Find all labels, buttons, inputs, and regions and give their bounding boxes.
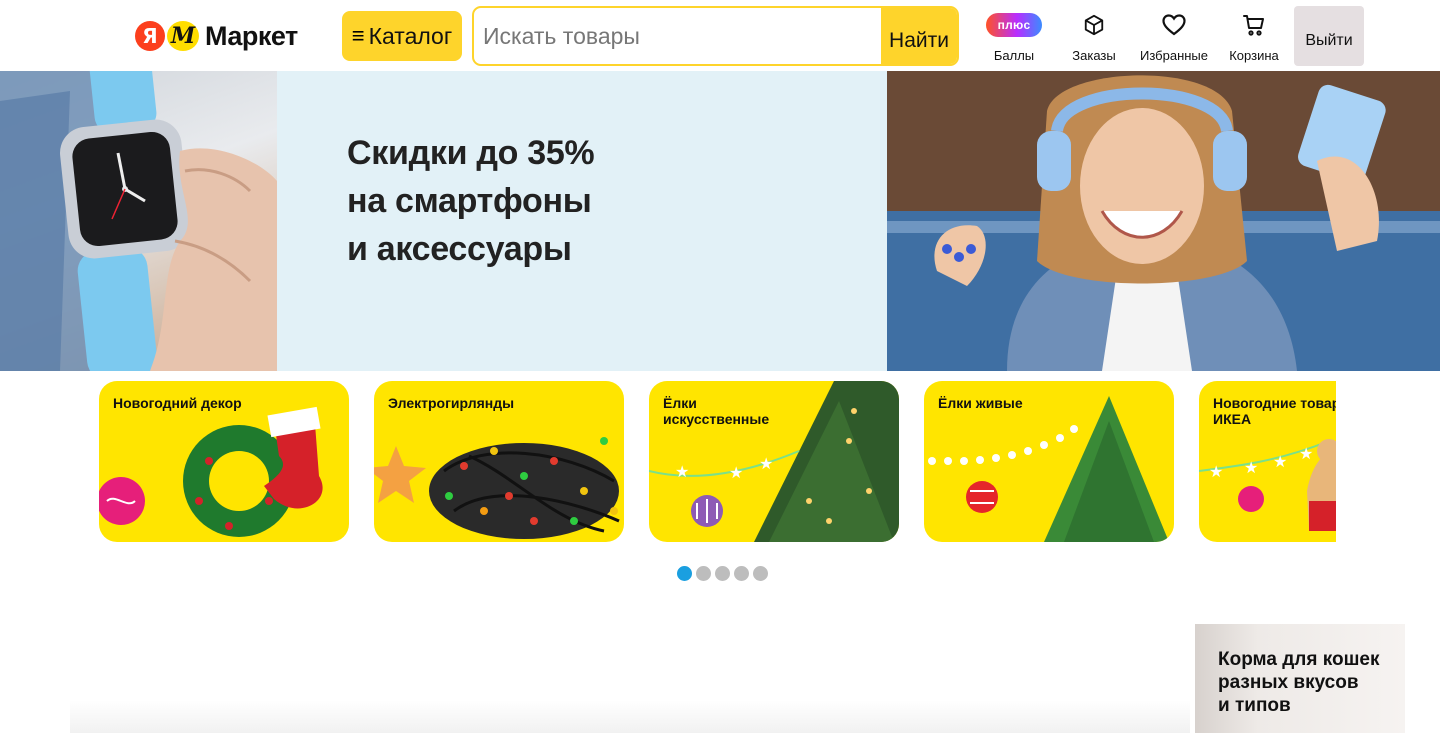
promo-text-line: Корма для кошек xyxy=(1218,649,1380,670)
nav-cart-label: Корзина xyxy=(1229,48,1279,63)
category-label: Электрогирлянды xyxy=(388,395,515,411)
category-tile-garlands[interactable]: Электрогирлянды xyxy=(374,381,624,542)
promo-text-line: разных вкусов xyxy=(1218,672,1359,693)
girl-with-headphones-image xyxy=(887,71,1440,371)
heart-icon xyxy=(1162,14,1186,36)
promo-text: Корма для кошек разных вкусов и типов xyxy=(1218,648,1405,717)
logo-text: Маркет xyxy=(205,20,298,51)
category-tile-live-trees[interactable]: Ёлки живые xyxy=(924,381,1174,542)
nav-favorites-label: Избранные xyxy=(1140,48,1208,63)
svg-text:★: ★ xyxy=(1209,464,1223,481)
category-tile-ikea-new-year[interactable]: Новогодние товары ИКЕА ★ ★ ★ ★ xyxy=(1199,381,1336,542)
nav-orders[interactable]: Заказы xyxy=(1068,10,1120,66)
nav-points[interactable]: плюс Баллы xyxy=(985,10,1043,66)
carousel-dot[interactable] xyxy=(715,566,730,581)
category-label: Новогодний декор xyxy=(113,395,242,411)
header: Я М Маркет ≡ Каталог Найти плюс Баллы За… xyxy=(0,0,1440,71)
nav-cart[interactable]: Корзина xyxy=(1226,10,1282,66)
promo-banner[interactable]: Скидки до 35% на смартфоны и аксессуары xyxy=(0,71,1440,371)
svg-text:★: ★ xyxy=(1299,446,1313,463)
logo-ya-mark: Я xyxy=(135,21,165,51)
category-carousel: Новогодний декор Электрогирлянды Ёлки ис… xyxy=(99,381,1336,542)
svg-text:★: ★ xyxy=(675,464,689,481)
search-bar: Найти xyxy=(472,6,959,66)
carousel-pagination xyxy=(677,566,768,581)
nav-points-label: Баллы xyxy=(993,48,1035,63)
carousel-dot[interactable] xyxy=(696,566,711,581)
svg-text:★: ★ xyxy=(759,456,773,473)
carousel-dot[interactable] xyxy=(753,566,768,581)
plus-badge-icon: плюс xyxy=(986,13,1042,37)
banner-title-line: на смартфоны xyxy=(347,182,592,220)
carousel-dot[interactable] xyxy=(734,566,749,581)
search-input[interactable] xyxy=(474,8,881,64)
category-label: Ёлки искусственные xyxy=(663,395,770,427)
logout-button[interactable]: Выйти xyxy=(1294,6,1364,66)
smartwatch-image xyxy=(0,71,277,371)
carousel-dot[interactable] xyxy=(677,566,692,581)
logo-market-mark: М xyxy=(167,21,199,51)
nav-favorites[interactable]: Избранные xyxy=(1138,10,1210,66)
menu-icon: ≡ xyxy=(351,23,365,48)
category-tile-artificial-trees[interactable]: Ёлки искусственные ★ ★ ★ xyxy=(649,381,899,542)
search-button[interactable]: Найти xyxy=(881,8,957,64)
svg-text:★: ★ xyxy=(1244,460,1258,477)
cat-food-promo-card[interactable]: Корма для кошек разных вкусов и типов xyxy=(1195,624,1405,733)
yandex-market-logo[interactable]: Я М Маркет xyxy=(135,20,298,52)
content-shadow xyxy=(70,700,1190,733)
catalog-button[interactable]: ≡ Каталог xyxy=(342,11,462,61)
promo-text-line: и типов xyxy=(1218,695,1291,716)
category-label: Ёлки живые xyxy=(938,395,1023,411)
svg-text:★: ★ xyxy=(1273,454,1287,471)
catalog-label: Каталог xyxy=(368,22,453,49)
banner-title-line: Скидки до 35% xyxy=(347,134,595,172)
category-tile-new-year-decor[interactable]: Новогодний декор xyxy=(99,381,349,542)
banner-title-line: и аксессуары xyxy=(347,230,572,268)
svg-text:★: ★ xyxy=(729,465,743,482)
cart-icon xyxy=(1243,15,1264,36)
nav-orders-label: Заказы xyxy=(1072,48,1116,63)
banner-title: Скидки до 35% на смартфоны и аксессуары xyxy=(347,129,847,273)
box-icon xyxy=(1084,14,1104,36)
category-label: Новогодние товары ИКЕА xyxy=(1213,395,1336,427)
